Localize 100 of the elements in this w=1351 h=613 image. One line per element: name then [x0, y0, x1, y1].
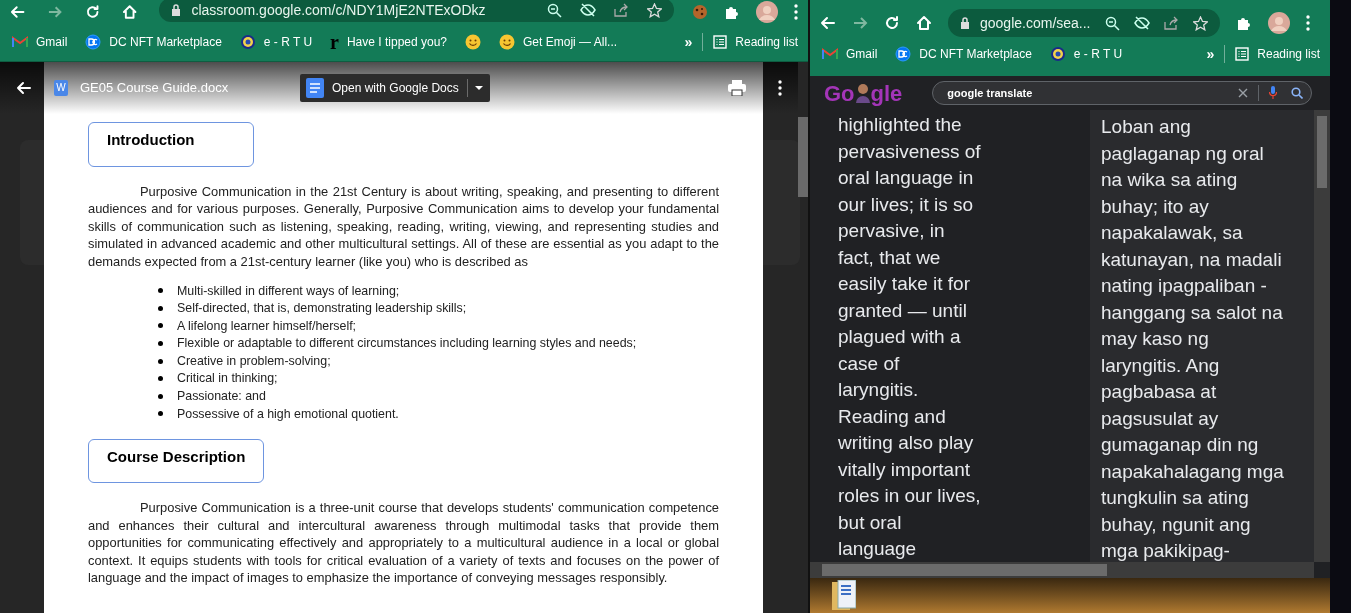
bookmark[interactable]: Gmail: [820, 43, 880, 65]
more-bookmarks-button[interactable]: »: [1206, 43, 1215, 65]
star-icon[interactable]: [647, 2, 662, 18]
translation-text-line: pagsusulat ay: [1101, 406, 1220, 431]
menu-icon[interactable]: [1306, 15, 1310, 31]
translation-text-line: buhay, ngunit ang: [1101, 512, 1252, 537]
paragraph: Purposive Communication is a three-unit course that develops students' communication competence and enhances their cultural and intercultural awareness through multimodal tasks that provide them opportunities for communicating effectively and appropriately to a multicultural audience in a local or global context. It equips students with tools for critical evaluation of a variety of texts and focuses on the power of language and the impact of images to emphasize the importance of conveying messages responsibly.: [88, 499, 719, 587]
heading-box: Introduction: [88, 122, 254, 167]
more-options-icon[interactable]: [778, 80, 782, 96]
reload-icon[interactable]: [84, 4, 101, 20]
bookmark[interactable]: Gmail: [10, 31, 70, 53]
list-item: Possessive of a high emotional quotient.: [177, 405, 399, 423]
reading-list-icon: [713, 35, 728, 49]
bullet-icon: [158, 376, 163, 382]
list-item: Flexible or adaptable to different circumstances including learning styles and needs;: [177, 335, 637, 353]
file-folder-icon[interactable]: [832, 580, 856, 610]
bookmark[interactable]: r Have I tipped you?: [328, 31, 450, 53]
dc-logo-icon: [85, 34, 102, 50]
microphone-icon[interactable]: [1269, 86, 1278, 100]
translation-text-line: napakalawak, sa: [1101, 221, 1244, 245]
source-text-line: pervasive, in: [838, 219, 946, 243]
smiley-icon: [499, 34, 516, 50]
bookmark[interactable]: e - R T U: [1047, 43, 1125, 65]
lock-icon: [171, 4, 182, 16]
list-item: Multi-skilled in different ways of learning;: [177, 282, 400, 300]
zoom-icon[interactable]: [1105, 15, 1120, 31]
person-silhouette-icon: [854, 83, 871, 103]
translation-text-line: napakahalagang mga: [1101, 459, 1285, 484]
scrollbar-thumb[interactable]: [1317, 116, 1327, 188]
list-item: Self-directed, that is, demonstrating leadership skills;: [177, 300, 467, 318]
reload-icon[interactable]: [884, 15, 900, 31]
puzzle-icon[interactable]: [1236, 15, 1252, 31]
home-icon[interactable]: [916, 15, 932, 31]
search-field[interactable]: google translate: [932, 81, 1313, 105]
reading-list-button[interactable]: Reading list: [1235, 45, 1320, 63]
eye-slash-icon[interactable]: [580, 3, 596, 17]
open-with-docs-button[interactable]: Open with Google Docs: [300, 74, 490, 102]
profile-avatar[interactable]: [756, 1, 778, 23]
more-bookmarks-button[interactable]: »: [684, 31, 693, 53]
scrollbar-thumb[interactable]: [798, 117, 808, 197]
translation-text-line: hanggang sa salot na: [1101, 300, 1284, 325]
print-icon[interactable]: [728, 80, 746, 96]
close-viewer-icon[interactable]: [16, 80, 32, 96]
zoom-icon[interactable]: [547, 2, 562, 18]
bullet-icon: [158, 323, 163, 329]
horizontal-scrollbar[interactable]: [810, 562, 1314, 578]
share-icon[interactable]: [1164, 16, 1179, 30]
bookmark[interactable]: DC NFT Marketplace: [893, 43, 1034, 65]
source-text-line: plagued with a: [838, 325, 962, 349]
back-icon[interactable]: [820, 15, 836, 31]
reading-list-button[interactable]: Reading list: [713, 33, 798, 51]
cookie-icon[interactable]: [692, 4, 708, 20]
search-icon[interactable]: [1291, 87, 1304, 99]
source-text-line: easily take it for: [838, 272, 971, 296]
seal-icon: [1049, 46, 1066, 62]
eye-slash-icon[interactable]: [1134, 16, 1150, 30]
star-icon[interactable]: [1193, 15, 1208, 31]
source-text-line: our lives; it is so: [838, 192, 975, 217]
back-icon[interactable]: [10, 4, 26, 20]
translation-text-line: pagbabasa at: [1101, 380, 1218, 404]
word-file-icon: W: [54, 80, 68, 96]
source-text-line: pervasiveness of: [838, 139, 982, 164]
source-text-line: Reading and: [838, 404, 947, 429]
translation-text-line: gumaganap din ng: [1101, 433, 1260, 457]
source-text-line: roles in our lives,: [838, 484, 982, 508]
source-text-line: highlighted the: [838, 113, 963, 137]
source-text-line: writing also play: [838, 431, 975, 455]
source-text-line: fact, that we: [838, 245, 942, 270]
mail-icon: [12, 36, 28, 48]
menu-icon[interactable]: [794, 4, 798, 20]
bullet-icon: [158, 288, 163, 294]
address-bar[interactable]: google.com/sea...: [948, 9, 1220, 37]
bullet-icon: [158, 341, 163, 347]
translation-text-line: may kaso ng: [1101, 327, 1210, 351]
share-icon[interactable]: [614, 3, 629, 17]
heading-box: Course Description: [88, 438, 265, 484]
seal-icon: [239, 34, 256, 50]
list-item: Creative in problem-solving;: [177, 352, 331, 370]
bookmark[interactable]: Get Emoji — All...: [497, 31, 620, 53]
smiley-icon: [465, 34, 482, 50]
lock-icon: [960, 17, 970, 29]
google-doodle-logo[interactable]: Go gle: [824, 76, 903, 110]
bullet-icon: [158, 358, 163, 364]
address-bar[interactable]: classroom.google.com/c/NDY1MjE2NTExODkz: [159, 0, 674, 22]
reading-list-icon: [1235, 47, 1250, 61]
clear-icon[interactable]: [1238, 88, 1249, 98]
translation-text-line: tungkulin sa ating: [1101, 486, 1250, 510]
source-text-line: laryngitis.: [838, 378, 920, 402]
scrollbar-thumb[interactable]: [822, 564, 1107, 576]
bookmark[interactable]: DC NFT Marketplace: [83, 31, 224, 53]
list-item: A lifelong learner himself/herself;: [177, 317, 357, 335]
puzzle-icon[interactable]: [724, 4, 740, 20]
vertical-scrollbar[interactable]: [1314, 110, 1330, 562]
source-text-line: vitally important: [838, 457, 971, 482]
profile-avatar[interactable]: [1268, 12, 1290, 34]
list-item: Passionate: and: [177, 388, 266, 406]
home-icon[interactable]: [122, 4, 138, 20]
bookmark[interactable]: e - R T U: [237, 31, 315, 53]
translation-text-line: buhay; ito ay: [1101, 194, 1210, 219]
list-item: Critical in thinking;: [177, 370, 278, 388]
